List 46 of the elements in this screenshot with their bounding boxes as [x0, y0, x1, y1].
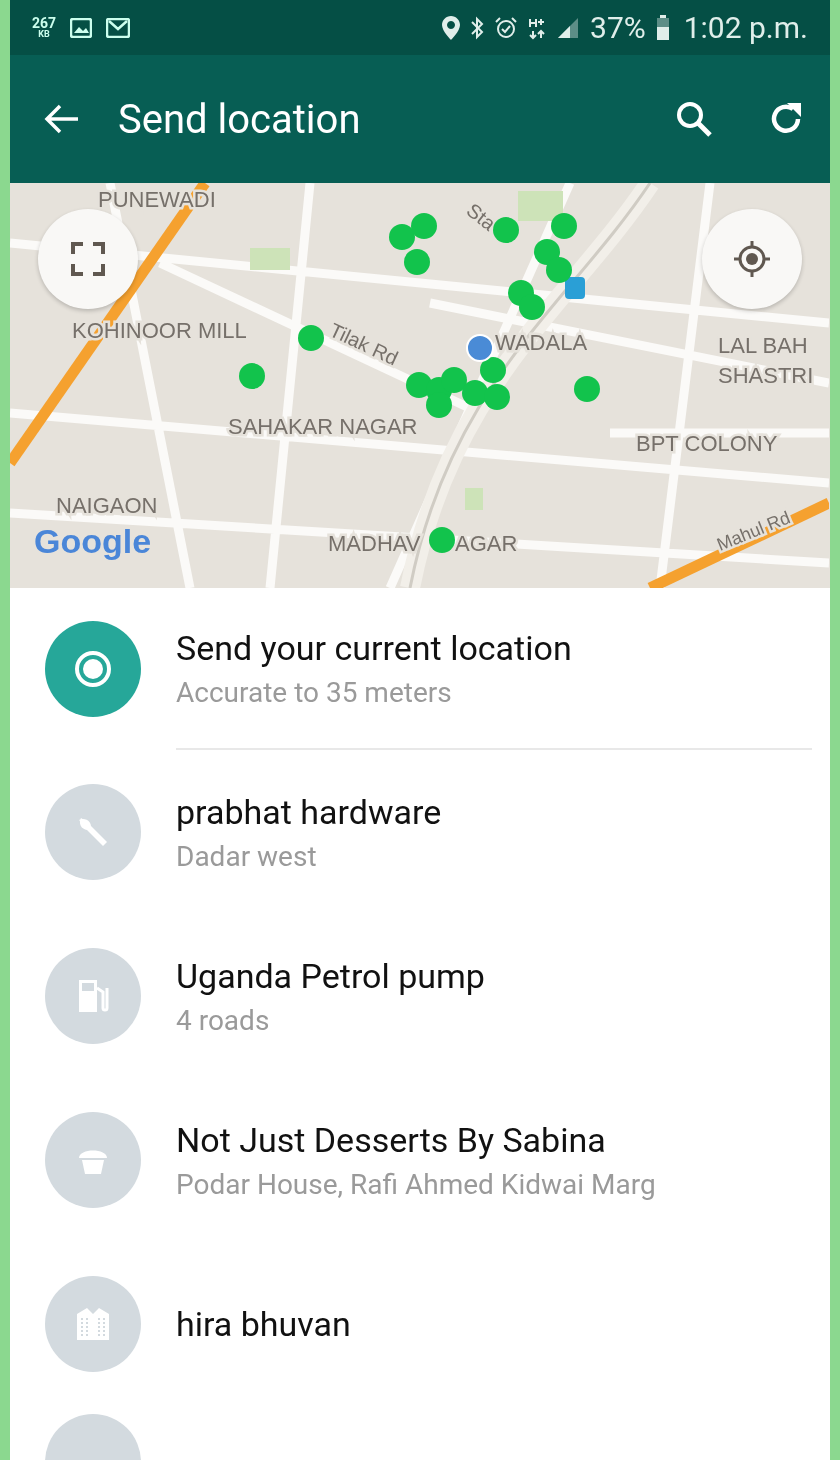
- place-name: prabhat hardware: [176, 791, 443, 832]
- map-label: AGAR: [455, 531, 518, 556]
- place-name: Uganda Petrol pump: [176, 955, 486, 996]
- place-list-item[interactable]: Uganda Petrol pump 4 roads: [10, 914, 830, 1078]
- bluetooth-icon: [470, 15, 485, 40]
- place-list-item[interactable]: prabhat hardware Dadar west: [10, 750, 830, 914]
- battery-icon: [655, 14, 670, 41]
- mail-icon: [106, 17, 131, 38]
- place-name: Send your current location: [176, 627, 573, 668]
- fullscreen-button[interactable]: [38, 209, 138, 309]
- map-label: SHASTRI: [718, 363, 814, 388]
- map-label: SAHAKAR NAGAR: [228, 414, 418, 439]
- place-address: Accurate to 35 meters: [176, 675, 453, 709]
- map-logo: Google: [34, 522, 152, 560]
- place-name: hira bhuvan: [176, 1304, 352, 1344]
- target-icon: [73, 649, 113, 689]
- map-label: LAL BAH: [718, 333, 808, 358]
- data-unit: KB: [38, 30, 50, 39]
- place-list-item[interactable]: Send your current location Accurate to 35 meters: [10, 588, 830, 750]
- search-icon: [674, 99, 714, 139]
- map-label: Sta: [462, 198, 500, 235]
- map-label: Tilak Rd: [326, 318, 402, 370]
- map-label: MADHAV: [328, 531, 421, 556]
- place-address: 4 roads: [176, 1003, 271, 1037]
- map-label: BPT COLONY: [636, 431, 778, 456]
- fullscreen-icon: [71, 242, 105, 276]
- clock-time: 1:02 p.m.: [683, 10, 808, 45]
- transit-station-icon: [565, 277, 585, 299]
- place-list-item[interactable]: hira bhuvan: [10, 1242, 830, 1406]
- map-label: WADALA: [495, 330, 588, 355]
- place-address: Podar House, Rafi Ahmed Kidwai Marg: [176, 1167, 657, 1201]
- place-name: Not Just Desserts By Sabina: [176, 1119, 607, 1160]
- battery-percentage: 37%: [590, 10, 646, 45]
- map-label: Mahul Rd: [714, 507, 793, 555]
- location-pin-icon: [442, 15, 461, 40]
- map-label: NAIGAON: [56, 493, 158, 518]
- place-list-item[interactable]: Not Just Desserts By Sabina Podar House, Rafi Ahmed Kidwai Marg: [10, 1078, 830, 1242]
- alarm-clock-icon: [494, 15, 519, 40]
- current-location-dot: [466, 334, 494, 362]
- data-speed: 267: [32, 16, 57, 30]
- screen-title: Send location: [118, 95, 361, 143]
- back-arrow-icon: [44, 103, 80, 135]
- crosshair-icon: [732, 239, 772, 279]
- image-icon: [70, 17, 93, 38]
- place-address: Dadar west: [176, 839, 318, 873]
- my-location-button[interactable]: [702, 209, 802, 309]
